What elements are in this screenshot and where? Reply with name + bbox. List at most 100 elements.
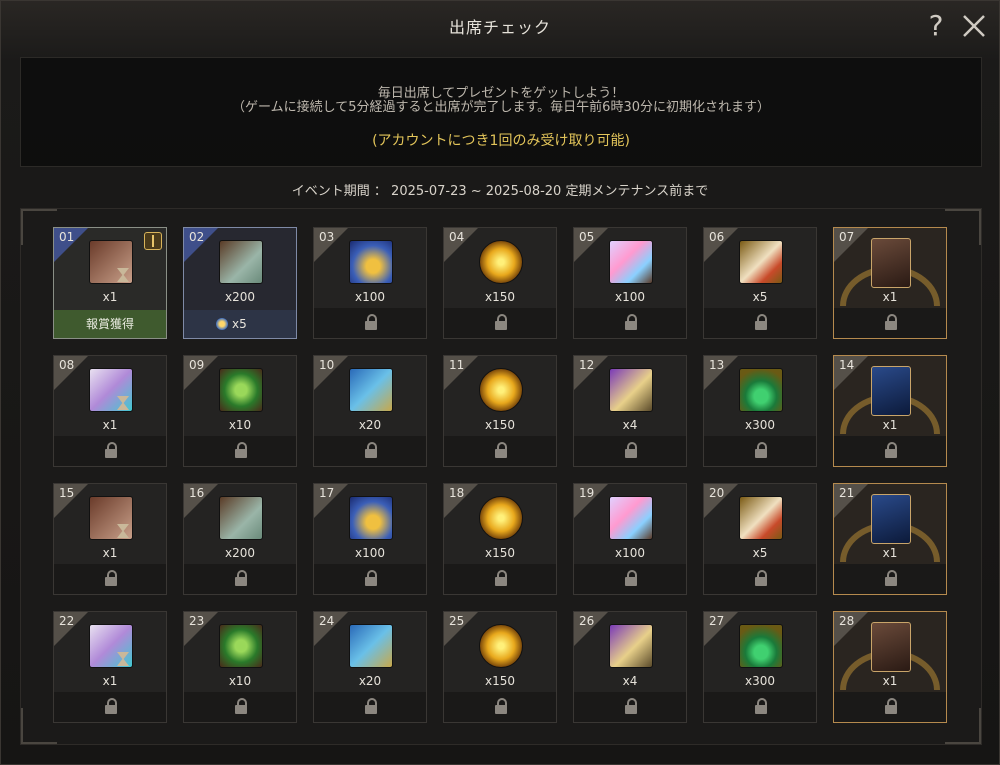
lock-icon xyxy=(625,698,637,714)
locked-footer xyxy=(704,436,816,466)
reward-day-21[interactable]: 21 x1 xyxy=(833,483,947,595)
reward-day-14[interactable]: 14 x1 xyxy=(833,355,947,467)
locked-footer xyxy=(444,564,556,594)
reward-day-08[interactable]: 08 x1 xyxy=(53,355,167,467)
lock-icon xyxy=(495,698,507,714)
gift-badge-icon xyxy=(144,232,162,250)
blue-scroll-icon xyxy=(349,624,393,668)
blue-card-icon xyxy=(871,366,911,416)
locked-footer xyxy=(834,564,946,594)
lock-icon xyxy=(885,698,897,714)
day-number: 26 xyxy=(579,614,595,628)
reward-day-01[interactable]: 01 x1 報賞獲得 xyxy=(53,227,167,339)
locked-footer xyxy=(444,308,556,338)
reward-quantity: x1 xyxy=(102,674,118,688)
gift-box-icon xyxy=(89,624,133,668)
lock-icon xyxy=(755,698,767,714)
day-number: 14 xyxy=(839,358,855,372)
reward-day-23[interactable]: 23 x10 xyxy=(183,611,297,723)
reward-day-02[interactable]: 02 x200 x5 xyxy=(183,227,297,339)
reward-day-24[interactable]: 24 x20 xyxy=(313,611,427,723)
reward-quantity: x1 xyxy=(882,290,898,304)
lock-icon xyxy=(625,570,637,586)
day-number: 18 xyxy=(449,486,465,500)
lock-icon xyxy=(105,570,117,586)
lock-icon xyxy=(235,698,247,714)
reward-day-05[interactable]: 05 x100 xyxy=(573,227,687,339)
card-pack-icon xyxy=(871,622,911,672)
help-button[interactable]: ? xyxy=(922,10,950,42)
lock-icon xyxy=(625,442,637,458)
info-detail: （ゲームに接続して5分経過すると出席が完了します。毎日午前6時30分に初期化され… xyxy=(231,100,770,115)
locked-footer xyxy=(314,692,426,722)
lock-icon xyxy=(885,442,897,458)
lock-icon xyxy=(495,570,507,586)
reward-quantity: x100 xyxy=(354,290,385,304)
scroll-icon xyxy=(219,240,263,284)
day-number: 27 xyxy=(709,614,725,628)
day-number: 06 xyxy=(709,230,725,244)
day-number: 13 xyxy=(709,358,725,372)
close-button[interactable] xyxy=(958,10,990,42)
reward-day-06[interactable]: 06 x5 xyxy=(703,227,817,339)
day-number: 24 xyxy=(319,614,335,628)
bonus-coin-icon xyxy=(216,318,228,330)
hourglass-icon xyxy=(117,652,129,666)
reward-quantity: x300 xyxy=(744,674,775,688)
reward-quantity: x1 xyxy=(102,546,118,560)
reward-day-07[interactable]: 07 x1 xyxy=(833,227,947,339)
lock-icon xyxy=(365,314,377,330)
reward-quantity: x10 xyxy=(228,674,252,688)
coupon-icon xyxy=(89,240,133,284)
reward-quantity: x100 xyxy=(354,546,385,560)
reward-quantity: x4 xyxy=(622,418,638,432)
gold-orb-icon xyxy=(479,496,523,540)
reward-day-18[interactable]: 18 x150 xyxy=(443,483,557,595)
reward-day-16[interactable]: 16 x200 xyxy=(183,483,297,595)
reward-quantity: x4 xyxy=(622,674,638,688)
reward-day-04[interactable]: 04 x150 xyxy=(443,227,557,339)
reward-quantity: x20 xyxy=(358,674,382,688)
green-potion-icon xyxy=(739,368,783,412)
reward-day-22[interactable]: 22 x1 xyxy=(53,611,167,723)
lock-icon xyxy=(235,570,247,586)
locked-footer xyxy=(184,436,296,466)
hourglass-icon xyxy=(117,396,129,410)
lock-icon xyxy=(235,442,247,458)
reward-day-20[interactable]: 20 x5 xyxy=(703,483,817,595)
reward-quantity: x5 xyxy=(752,546,768,560)
reward-day-17[interactable]: 17 x100 xyxy=(313,483,427,595)
claimed-status: 報賞獲得 xyxy=(54,310,166,338)
day-number: 22 xyxy=(59,614,75,628)
locked-footer xyxy=(574,308,686,338)
reward-day-26[interactable]: 26 x4 xyxy=(573,611,687,723)
reward-quantity: x150 xyxy=(484,418,515,432)
locked-footer xyxy=(314,564,426,594)
blue-card-icon xyxy=(871,494,911,544)
day-number: 07 xyxy=(839,230,855,244)
lock-icon xyxy=(755,442,767,458)
locked-footer xyxy=(314,308,426,338)
reward-day-10[interactable]: 10 x20 xyxy=(313,355,427,467)
reward-day-09[interactable]: 09 x10 xyxy=(183,355,297,467)
day-number: 10 xyxy=(319,358,335,372)
reward-day-11[interactable]: 11 x150 xyxy=(443,355,557,467)
locked-footer xyxy=(314,436,426,466)
day-number: 11 xyxy=(449,358,465,372)
locked-footer xyxy=(704,308,816,338)
reward-quantity: x5 xyxy=(752,290,768,304)
day-number: 15 xyxy=(59,486,75,500)
day-number: 12 xyxy=(579,358,595,372)
reward-day-27[interactable]: 27 x300 xyxy=(703,611,817,723)
reward-day-15[interactable]: 15 x1 xyxy=(53,483,167,595)
reward-day-03[interactable]: 03 x100 xyxy=(313,227,427,339)
locked-footer xyxy=(444,436,556,466)
reward-day-25[interactable]: 25 x150 xyxy=(443,611,557,723)
reward-day-12[interactable]: 12 x4 xyxy=(573,355,687,467)
reward-day-13[interactable]: 13 x300 xyxy=(703,355,817,467)
reward-day-19[interactable]: 19 x100 xyxy=(573,483,687,595)
lock-icon xyxy=(495,442,507,458)
locked-footer xyxy=(834,436,946,466)
locked-footer xyxy=(54,564,166,594)
reward-day-28[interactable]: 28 x1 xyxy=(833,611,947,723)
